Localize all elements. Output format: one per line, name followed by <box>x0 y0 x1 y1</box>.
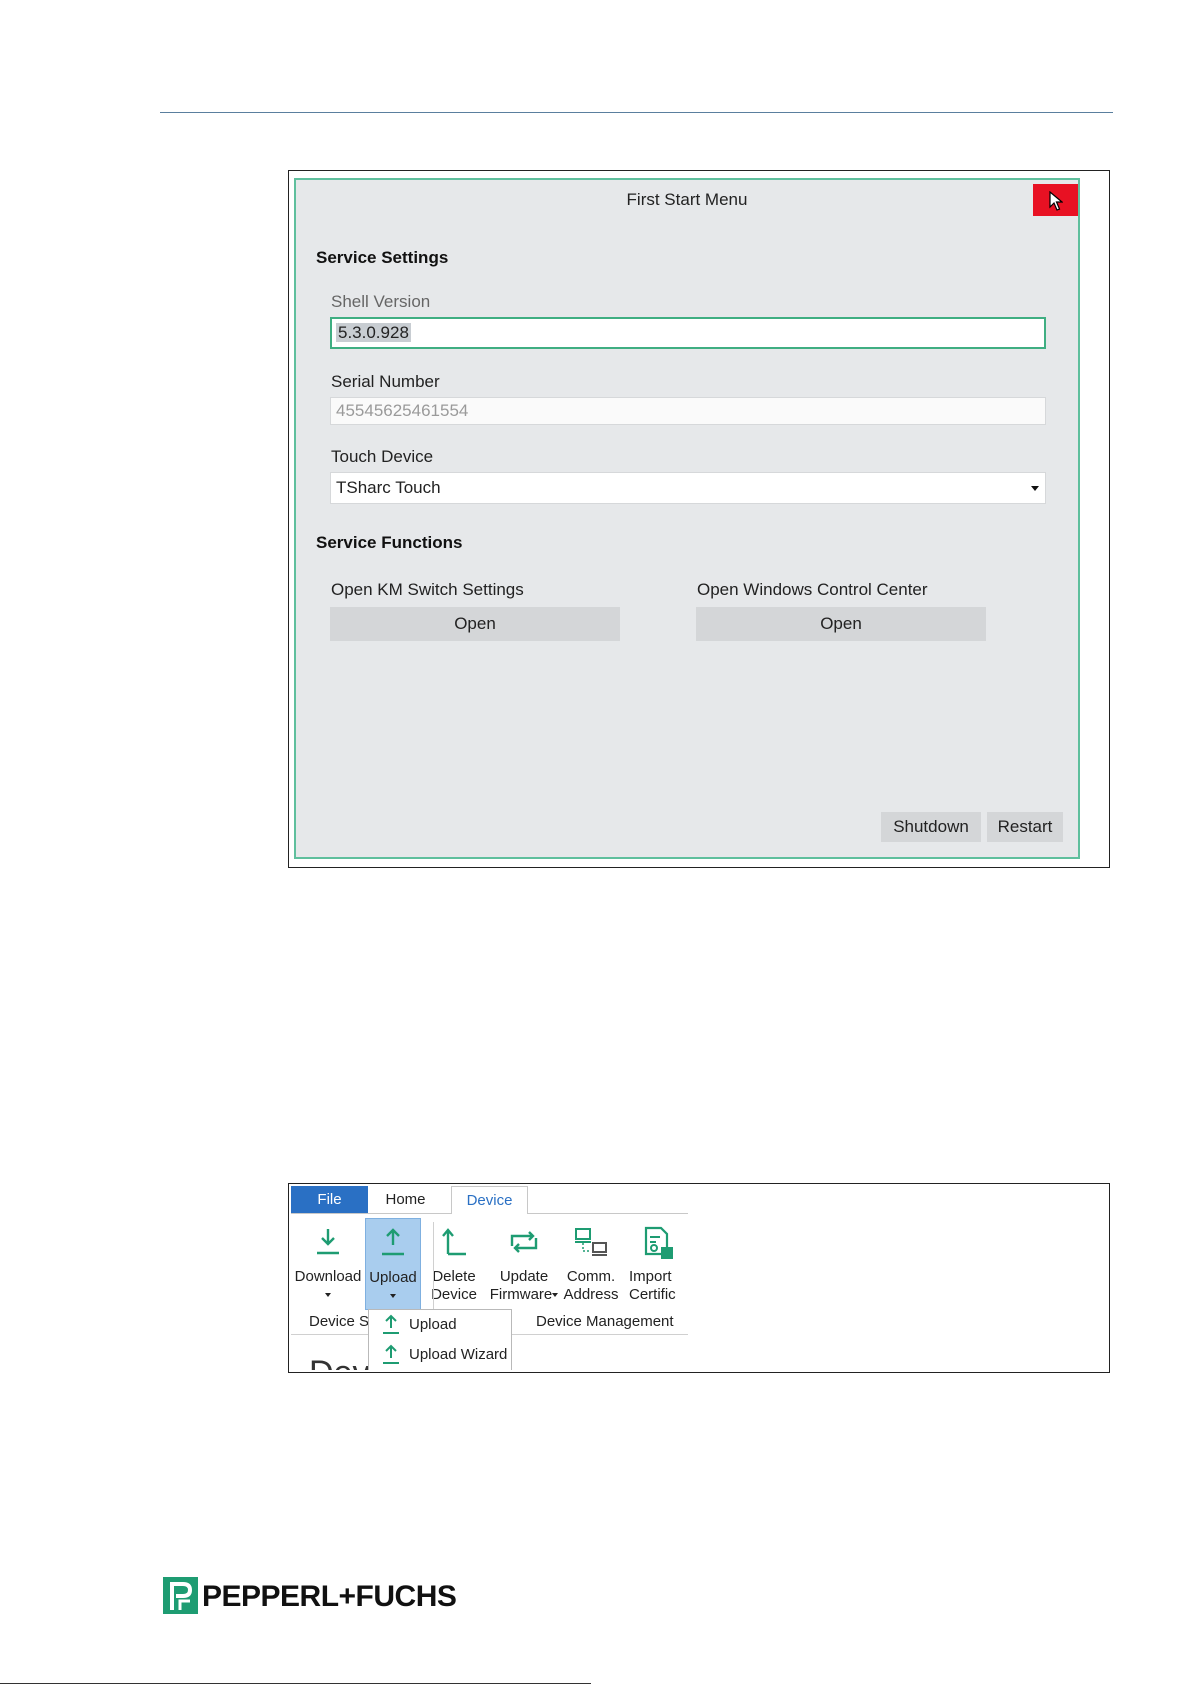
menu-item-upload[interactable]: Upload <box>369 1310 511 1340</box>
dropdown-arrow-icon <box>1031 486 1039 491</box>
caret-down-icon <box>390 1294 396 1299</box>
touch-device-value: TSharc Touch <box>336 478 441 497</box>
shutdown-button[interactable]: Shutdown <box>881 812 981 842</box>
tab-file[interactable]: File <box>291 1186 368 1214</box>
first-start-menu-dialog: First Start Menu Service Settings Shell … <box>294 178 1080 859</box>
tab-device[interactable]: Device <box>451 1186 528 1214</box>
dialog-title: First Start Menu <box>626 190 748 209</box>
download-icon <box>317 1229 339 1255</box>
pepperl-fuchs-logo-mark <box>163 1577 198 1614</box>
caret-down-icon <box>325 1293 331 1298</box>
footer-rule <box>0 1683 591 1684</box>
open-km-switch-button[interactable]: Open <box>330 607 620 641</box>
service-settings-heading: Service Settings <box>316 248 449 267</box>
group-label-device-management: Device Management <box>536 1313 674 1330</box>
caret-down-icon <box>552 1293 559 1298</box>
update-label-1: Update <box>499 1268 549 1285</box>
tab-home[interactable]: Home <box>368 1186 443 1214</box>
service-functions-heading: Service Functions <box>316 533 463 552</box>
windows-control-center-label: Open Windows Control Center <box>697 580 928 599</box>
refresh-icon <box>510 1231 538 1253</box>
upload-label: Upload <box>369 1269 417 1286</box>
menu-item-label: Upload Wizard <box>409 1346 508 1363</box>
header-rule <box>160 112 1113 113</box>
update-label-2: Firmware <box>489 1286 553 1303</box>
comm-address-button[interactable]: Comm. Address <box>561 1218 621 1310</box>
shell-version-value: 5.3.0.928 <box>336 323 411 342</box>
upload-icon <box>383 1344 399 1364</box>
close-button[interactable] <box>1033 184 1078 216</box>
import-label-1: Import <box>629 1268 672 1285</box>
upload-button[interactable]: Upload <box>365 1218 421 1310</box>
upload-icon <box>383 1314 399 1334</box>
update-firmware-button[interactable]: Update Firmware <box>487 1218 561 1310</box>
import-certificate-button[interactable]: Import Certific <box>621 1218 688 1310</box>
restart-button[interactable]: Restart <box>987 812 1063 842</box>
mouse-cursor-icon <box>1049 191 1063 211</box>
import-label-2: Certific <box>629 1286 676 1303</box>
certificate-icon <box>644 1226 673 1259</box>
pepperl-fuchs-logo-text: PEPPERL+FUCHS <box>202 1580 457 1613</box>
km-switch-label: Open KM Switch Settings <box>331 580 524 599</box>
delete-label-1: Delete <box>432 1268 476 1285</box>
network-computers-icon <box>575 1228 607 1256</box>
download-button[interactable]: Download <box>293 1218 363 1310</box>
download-label: Download <box>294 1268 362 1285</box>
logo-pf-icon <box>170 1582 193 1610</box>
serial-number-field: 45545625461554 <box>330 397 1046 425</box>
shell-version-field[interactable]: 5.3.0.928 <box>330 317 1046 349</box>
delete-label-2: Device <box>431 1286 477 1303</box>
device-ribbon: File Home Device Download Upload Delete D… <box>291 1186 688 1370</box>
touch-device-label: Touch Device <box>331 447 434 466</box>
comm-label-1: Comm. <box>566 1268 616 1285</box>
open-windows-control-center-button[interactable]: Open <box>696 607 986 641</box>
upload-dropdown-menu: Upload Upload Wizard <box>368 1309 512 1370</box>
menu-item-label: Upload <box>409 1316 457 1333</box>
upload-icon <box>382 1228 404 1256</box>
shell-version-label: Shell Version <box>331 292 431 311</box>
serial-number-label: Serial Number <box>331 372 440 391</box>
comm-label-2: Address <box>563 1286 619 1303</box>
menu-item-upload-wizard[interactable]: Upload Wizard <box>369 1340 511 1370</box>
delete-device-icon <box>442 1228 466 1256</box>
partial-page-heading: Devi <box>309 1354 377 1370</box>
touch-device-dropdown[interactable]: TSharc Touch <box>330 472 1046 504</box>
